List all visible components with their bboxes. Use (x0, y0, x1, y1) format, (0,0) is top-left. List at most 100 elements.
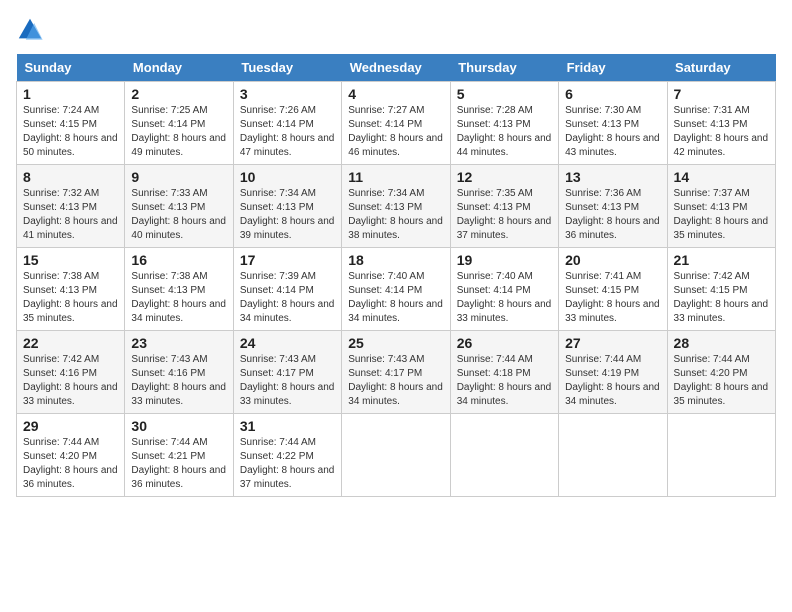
day-number: 5 (457, 86, 552, 102)
day-info: Sunrise: 7:44 AM Sunset: 4:19 PM Dayligh… (565, 353, 660, 409)
weekday-header-tuesday: Tuesday (233, 54, 341, 82)
calendar-week-row: 8 Sunrise: 7:32 AM Sunset: 4:13 PM Dayli… (17, 165, 776, 248)
calendar-empty-cell (667, 414, 775, 497)
day-number: 21 (674, 252, 769, 268)
day-number: 3 (240, 86, 335, 102)
weekday-header-monday: Monday (125, 54, 233, 82)
day-info: Sunrise: 7:35 AM Sunset: 4:13 PM Dayligh… (457, 187, 552, 243)
day-number: 6 (565, 86, 660, 102)
day-number: 26 (457, 335, 552, 351)
calendar-day-cell: 11 Sunrise: 7:34 AM Sunset: 4:13 PM Dayl… (342, 165, 450, 248)
day-number: 16 (131, 252, 226, 268)
calendar-day-cell: 9 Sunrise: 7:33 AM Sunset: 4:13 PM Dayli… (125, 165, 233, 248)
day-number: 12 (457, 169, 552, 185)
calendar-day-cell: 20 Sunrise: 7:41 AM Sunset: 4:15 PM Dayl… (559, 248, 667, 331)
calendar-day-cell: 2 Sunrise: 7:25 AM Sunset: 4:14 PM Dayli… (125, 82, 233, 165)
weekday-header-wednesday: Wednesday (342, 54, 450, 82)
day-number: 28 (674, 335, 769, 351)
calendar-day-cell: 22 Sunrise: 7:42 AM Sunset: 4:16 PM Dayl… (17, 331, 125, 414)
logo (16, 16, 48, 44)
day-info: Sunrise: 7:43 AM Sunset: 4:17 PM Dayligh… (348, 353, 443, 409)
day-number: 24 (240, 335, 335, 351)
weekday-header-row: SundayMondayTuesdayWednesdayThursdayFrid… (17, 54, 776, 82)
day-number: 13 (565, 169, 660, 185)
calendar-day-cell: 12 Sunrise: 7:35 AM Sunset: 4:13 PM Dayl… (450, 165, 558, 248)
day-info: Sunrise: 7:42 AM Sunset: 4:15 PM Dayligh… (674, 270, 769, 326)
calendar-day-cell: 24 Sunrise: 7:43 AM Sunset: 4:17 PM Dayl… (233, 331, 341, 414)
calendar-day-cell: 10 Sunrise: 7:34 AM Sunset: 4:13 PM Dayl… (233, 165, 341, 248)
day-info: Sunrise: 7:33 AM Sunset: 4:13 PM Dayligh… (131, 187, 226, 243)
calendar-empty-cell (450, 414, 558, 497)
calendar-day-cell: 25 Sunrise: 7:43 AM Sunset: 4:17 PM Dayl… (342, 331, 450, 414)
page-header (16, 16, 776, 44)
calendar-day-cell: 3 Sunrise: 7:26 AM Sunset: 4:14 PM Dayli… (233, 82, 341, 165)
day-info: Sunrise: 7:36 AM Sunset: 4:13 PM Dayligh… (565, 187, 660, 243)
calendar-day-cell: 29 Sunrise: 7:44 AM Sunset: 4:20 PM Dayl… (17, 414, 125, 497)
day-number: 1 (23, 86, 118, 102)
calendar-day-cell: 1 Sunrise: 7:24 AM Sunset: 4:15 PM Dayli… (17, 82, 125, 165)
day-number: 29 (23, 418, 118, 434)
day-info: Sunrise: 7:44 AM Sunset: 4:20 PM Dayligh… (674, 353, 769, 409)
calendar-week-row: 1 Sunrise: 7:24 AM Sunset: 4:15 PM Dayli… (17, 82, 776, 165)
calendar-day-cell: 19 Sunrise: 7:40 AM Sunset: 4:14 PM Dayl… (450, 248, 558, 331)
weekday-header-thursday: Thursday (450, 54, 558, 82)
calendar-day-cell: 23 Sunrise: 7:43 AM Sunset: 4:16 PM Dayl… (125, 331, 233, 414)
day-number: 23 (131, 335, 226, 351)
day-number: 22 (23, 335, 118, 351)
day-number: 15 (23, 252, 118, 268)
calendar-day-cell: 26 Sunrise: 7:44 AM Sunset: 4:18 PM Dayl… (450, 331, 558, 414)
day-info: Sunrise: 7:34 AM Sunset: 4:13 PM Dayligh… (240, 187, 335, 243)
calendar-day-cell: 8 Sunrise: 7:32 AM Sunset: 4:13 PM Dayli… (17, 165, 125, 248)
day-info: Sunrise: 7:34 AM Sunset: 4:13 PM Dayligh… (348, 187, 443, 243)
calendar-day-cell: 15 Sunrise: 7:38 AM Sunset: 4:13 PM Dayl… (17, 248, 125, 331)
day-number: 17 (240, 252, 335, 268)
calendar-empty-cell (559, 414, 667, 497)
day-info: Sunrise: 7:43 AM Sunset: 4:16 PM Dayligh… (131, 353, 226, 409)
day-info: Sunrise: 7:38 AM Sunset: 4:13 PM Dayligh… (131, 270, 226, 326)
day-number: 2 (131, 86, 226, 102)
day-number: 18 (348, 252, 443, 268)
calendar-day-cell: 6 Sunrise: 7:30 AM Sunset: 4:13 PM Dayli… (559, 82, 667, 165)
calendar-day-cell: 5 Sunrise: 7:28 AM Sunset: 4:13 PM Dayli… (450, 82, 558, 165)
day-info: Sunrise: 7:28 AM Sunset: 4:13 PM Dayligh… (457, 104, 552, 160)
day-number: 7 (674, 86, 769, 102)
day-info: Sunrise: 7:43 AM Sunset: 4:17 PM Dayligh… (240, 353, 335, 409)
day-info: Sunrise: 7:24 AM Sunset: 4:15 PM Dayligh… (23, 104, 118, 160)
calendar-day-cell: 30 Sunrise: 7:44 AM Sunset: 4:21 PM Dayl… (125, 414, 233, 497)
day-info: Sunrise: 7:31 AM Sunset: 4:13 PM Dayligh… (674, 104, 769, 160)
calendar-table: SundayMondayTuesdayWednesdayThursdayFrid… (16, 54, 776, 497)
day-info: Sunrise: 7:44 AM Sunset: 4:22 PM Dayligh… (240, 436, 335, 492)
calendar-week-row: 22 Sunrise: 7:42 AM Sunset: 4:16 PM Dayl… (17, 331, 776, 414)
day-number: 25 (348, 335, 443, 351)
day-number: 20 (565, 252, 660, 268)
weekday-header-sunday: Sunday (17, 54, 125, 82)
day-info: Sunrise: 7:26 AM Sunset: 4:14 PM Dayligh… (240, 104, 335, 160)
day-number: 19 (457, 252, 552, 268)
day-number: 30 (131, 418, 226, 434)
calendar-day-cell: 7 Sunrise: 7:31 AM Sunset: 4:13 PM Dayli… (667, 82, 775, 165)
logo-icon (16, 16, 44, 44)
calendar-day-cell: 27 Sunrise: 7:44 AM Sunset: 4:19 PM Dayl… (559, 331, 667, 414)
calendar-week-row: 29 Sunrise: 7:44 AM Sunset: 4:20 PM Dayl… (17, 414, 776, 497)
day-info: Sunrise: 7:44 AM Sunset: 4:21 PM Dayligh… (131, 436, 226, 492)
day-info: Sunrise: 7:41 AM Sunset: 4:15 PM Dayligh… (565, 270, 660, 326)
day-info: Sunrise: 7:44 AM Sunset: 4:20 PM Dayligh… (23, 436, 118, 492)
day-number: 10 (240, 169, 335, 185)
calendar-day-cell: 28 Sunrise: 7:44 AM Sunset: 4:20 PM Dayl… (667, 331, 775, 414)
day-info: Sunrise: 7:30 AM Sunset: 4:13 PM Dayligh… (565, 104, 660, 160)
calendar-week-row: 15 Sunrise: 7:38 AM Sunset: 4:13 PM Dayl… (17, 248, 776, 331)
day-info: Sunrise: 7:40 AM Sunset: 4:14 PM Dayligh… (348, 270, 443, 326)
calendar-day-cell: 16 Sunrise: 7:38 AM Sunset: 4:13 PM Dayl… (125, 248, 233, 331)
day-info: Sunrise: 7:42 AM Sunset: 4:16 PM Dayligh… (23, 353, 118, 409)
weekday-header-saturday: Saturday (667, 54, 775, 82)
day-number: 4 (348, 86, 443, 102)
day-number: 31 (240, 418, 335, 434)
calendar-empty-cell (342, 414, 450, 497)
day-info: Sunrise: 7:37 AM Sunset: 4:13 PM Dayligh… (674, 187, 769, 243)
weekday-header-friday: Friday (559, 54, 667, 82)
calendar-day-cell: 18 Sunrise: 7:40 AM Sunset: 4:14 PM Dayl… (342, 248, 450, 331)
calendar-day-cell: 13 Sunrise: 7:36 AM Sunset: 4:13 PM Dayl… (559, 165, 667, 248)
day-info: Sunrise: 7:32 AM Sunset: 4:13 PM Dayligh… (23, 187, 118, 243)
day-number: 11 (348, 169, 443, 185)
day-info: Sunrise: 7:25 AM Sunset: 4:14 PM Dayligh… (131, 104, 226, 160)
